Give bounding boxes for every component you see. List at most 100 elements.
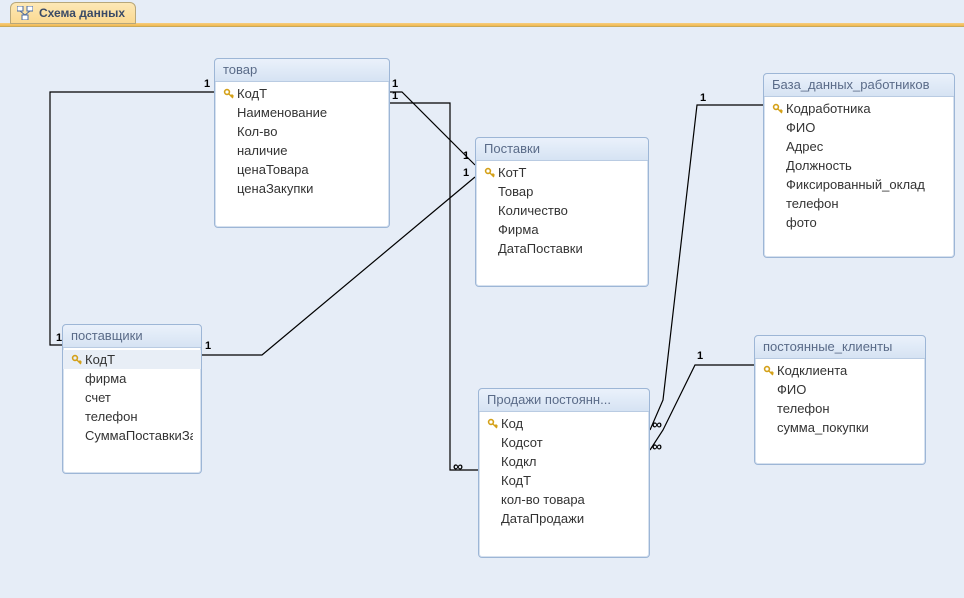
table-field[interactable]: СуммаПоставкиЗаГо — [63, 426, 201, 445]
field-name: Фирма — [498, 221, 640, 238]
cardinality-one: 1 — [392, 90, 398, 102]
field-name: наличие — [237, 142, 381, 159]
field-name: Фиксированный_оклад — [786, 176, 946, 193]
field-name: Кодсот — [501, 434, 641, 451]
table-field[interactable]: Кол-во — [215, 122, 389, 141]
table-field[interactable]: телефон — [764, 194, 954, 213]
cardinality-one: 1 — [700, 92, 706, 104]
table-title: Продажи постоянн... — [479, 389, 649, 412]
table-field[interactable]: Наименование — [215, 103, 389, 122]
primary-key-icon — [221, 88, 237, 100]
table-fields: КодТ Наименование Кол-во наличие ценаТовара ц… — [215, 82, 389, 202]
field-name: ФИО — [777, 381, 917, 398]
table-field[interactable]: Адрес — [764, 137, 954, 156]
field-name: телефон — [85, 408, 193, 425]
table-field[interactable]: фирма — [63, 369, 201, 388]
tab-schema[interactable]: Схема данных — [10, 2, 136, 24]
table-field[interactable]: ФИО — [755, 380, 925, 399]
field-name: КодТ — [237, 85, 381, 102]
field-name: Количество — [498, 202, 640, 219]
table-field[interactable]: КодТ — [215, 84, 389, 103]
table-field[interactable]: Код — [479, 414, 649, 433]
field-name: Кодкл — [501, 453, 641, 470]
table-field[interactable]: КодТ — [63, 350, 201, 369]
table-field[interactable]: фото — [764, 213, 954, 232]
field-name: Должность — [786, 157, 946, 174]
table-klienty[interactable]: постоянные_клиенты Кодклиента ФИО телефон с… — [754, 335, 926, 465]
field-name: счет — [85, 389, 193, 406]
field-name: телефон — [786, 195, 946, 212]
table-field[interactable]: счет — [63, 388, 201, 407]
field-name: ДатаПоставки — [498, 240, 640, 257]
table-field[interactable]: Кодсот — [479, 433, 649, 452]
table-field[interactable]: наличие — [215, 141, 389, 160]
table-title: поставщики — [63, 325, 201, 348]
cardinality-one: 1 — [463, 167, 469, 179]
table-field[interactable]: сумма_покупки — [755, 418, 925, 437]
cardinality-one: 1 — [463, 150, 469, 162]
table-fields: КодТ фирма счет телефон СуммаПоставкиЗаГо — [63, 348, 201, 449]
table-fields: КотТ Товар Количество Фирма ДатаПоставки — [476, 161, 648, 262]
relationships-icon — [17, 6, 33, 20]
table-tovar[interactable]: товар КодТ Наименование Кол-во наличие ценаТ… — [214, 58, 390, 228]
table-fields: КодработникаФИОАдресДолжность Фиксированн… — [764, 97, 954, 236]
tab-label: Схема данных — [39, 6, 125, 20]
table-title: постоянные_клиенты — [755, 336, 925, 359]
cardinality-one: 1 — [392, 78, 398, 90]
table-field[interactable]: ценаЗакупки — [215, 179, 389, 198]
field-name: ДатаПродажи — [501, 510, 641, 527]
tab-strip — [0, 23, 964, 27]
primary-key-icon — [770, 103, 786, 115]
table-fields: Кодклиента ФИО телефон сумма_покупки — [755, 359, 925, 441]
table-field[interactable]: ДатаПоставки — [476, 239, 648, 258]
cardinality-one: 1 — [697, 350, 703, 362]
table-field[interactable]: КотТ — [476, 163, 648, 182]
cardinality-one: 1 — [204, 78, 210, 90]
table-field[interactable]: ДатаПродажи — [479, 509, 649, 528]
table-fields: КодКодсот Кодкл КодТ кол-во товара ДатаПрода… — [479, 412, 649, 532]
primary-key-icon — [761, 365, 777, 377]
field-name: ценаЗакупки — [237, 180, 381, 197]
field-name: фирма — [85, 370, 193, 387]
primary-key-icon — [69, 354, 85, 366]
table-field[interactable]: ФИО — [764, 118, 954, 137]
table-postavshchiki[interactable]: поставщики КодТ фирма счет телефон СуммаПост… — [62, 324, 202, 474]
field-name: Наименование — [237, 104, 381, 121]
cardinality-one: 1 — [205, 340, 211, 352]
table-postavki[interactable]: Поставки КотТ Товар Количество Фирма ДатаПос… — [475, 137, 649, 287]
field-name: СуммаПоставкиЗаГо — [85, 427, 193, 444]
cardinality-many: ∞ — [652, 416, 662, 432]
field-name: КодТ — [501, 472, 641, 489]
table-title: товар — [215, 59, 389, 82]
table-field[interactable]: Фирма — [476, 220, 648, 239]
table-baza-rabotnikov[interactable]: База_данных_работников КодработникаФИОАд… — [763, 73, 955, 258]
table-field[interactable]: Кодкл — [479, 452, 649, 471]
table-field[interactable]: Должность — [764, 156, 954, 175]
table-field[interactable]: Товар — [476, 182, 648, 201]
field-name: КотТ — [498, 164, 640, 181]
field-name: КодТ — [85, 351, 193, 368]
table-field[interactable]: Количество — [476, 201, 648, 220]
field-name: телефон — [777, 400, 917, 417]
field-name: сумма_покупки — [777, 419, 917, 436]
field-name: Кол-во — [237, 123, 381, 140]
table-prodazhi[interactable]: Продажи постоянн... КодКодсот Кодкл КодТ ко… — [478, 388, 650, 558]
schema-canvas: Схема данных 1 1 1 1 1 1 1 ∞ 1 ∞ 1 ∞ тов… — [0, 0, 964, 598]
table-field[interactable]: Кодработника — [764, 99, 954, 118]
table-field[interactable]: телефон — [63, 407, 201, 426]
field-name: Кодработника — [786, 100, 946, 117]
table-field[interactable]: Кодклиента — [755, 361, 925, 380]
field-name: кол-во товара — [501, 491, 641, 508]
field-name: Кодклиента — [777, 362, 917, 379]
table-field[interactable]: ценаТовара — [215, 160, 389, 179]
table-field[interactable]: Фиксированный_оклад — [764, 175, 954, 194]
table-field[interactable]: КодТ — [479, 471, 649, 490]
field-name: ценаТовара — [237, 161, 381, 178]
field-name: фото — [786, 214, 946, 231]
cardinality-many: ∞ — [652, 438, 662, 454]
field-name: Товар — [498, 183, 640, 200]
table-field[interactable]: кол-во товара — [479, 490, 649, 509]
cardinality-many: ∞ — [453, 458, 463, 474]
table-field[interactable]: телефон — [755, 399, 925, 418]
table-title: Поставки — [476, 138, 648, 161]
